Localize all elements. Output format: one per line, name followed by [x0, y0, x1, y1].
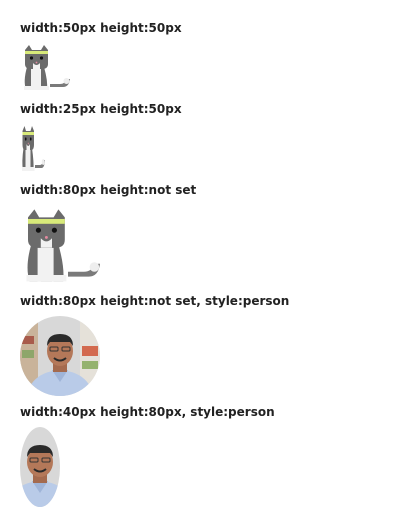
example-label-80x-notset: width:80px height:not set — [20, 183, 197, 197]
example-label-40x80-person: width:40px height:80px, style:person — [20, 405, 275, 419]
example-label-25x50: width:25px height:50px — [20, 102, 182, 116]
image-examples-page: width:50px height:50px width:25px height… — [0, 0, 400, 527]
example-label-80x-notset-person: width:80px height:not set, style:person — [20, 294, 290, 308]
cat-icon — [22, 126, 45, 171]
person-image-40x80 — [20, 427, 60, 507]
cat-image-50x50 — [20, 41, 70, 91]
cat-icon — [24, 45, 70, 90]
person-photo — [20, 316, 100, 396]
cat-image-80x-notset — [20, 203, 100, 283]
person-image-80x-notset — [20, 316, 100, 396]
cat-image-25x50 — [20, 122, 45, 172]
cat-icon — [26, 209, 100, 282]
person-photo — [20, 427, 60, 507]
example-label-50x50: width:50px height:50px — [20, 21, 182, 35]
